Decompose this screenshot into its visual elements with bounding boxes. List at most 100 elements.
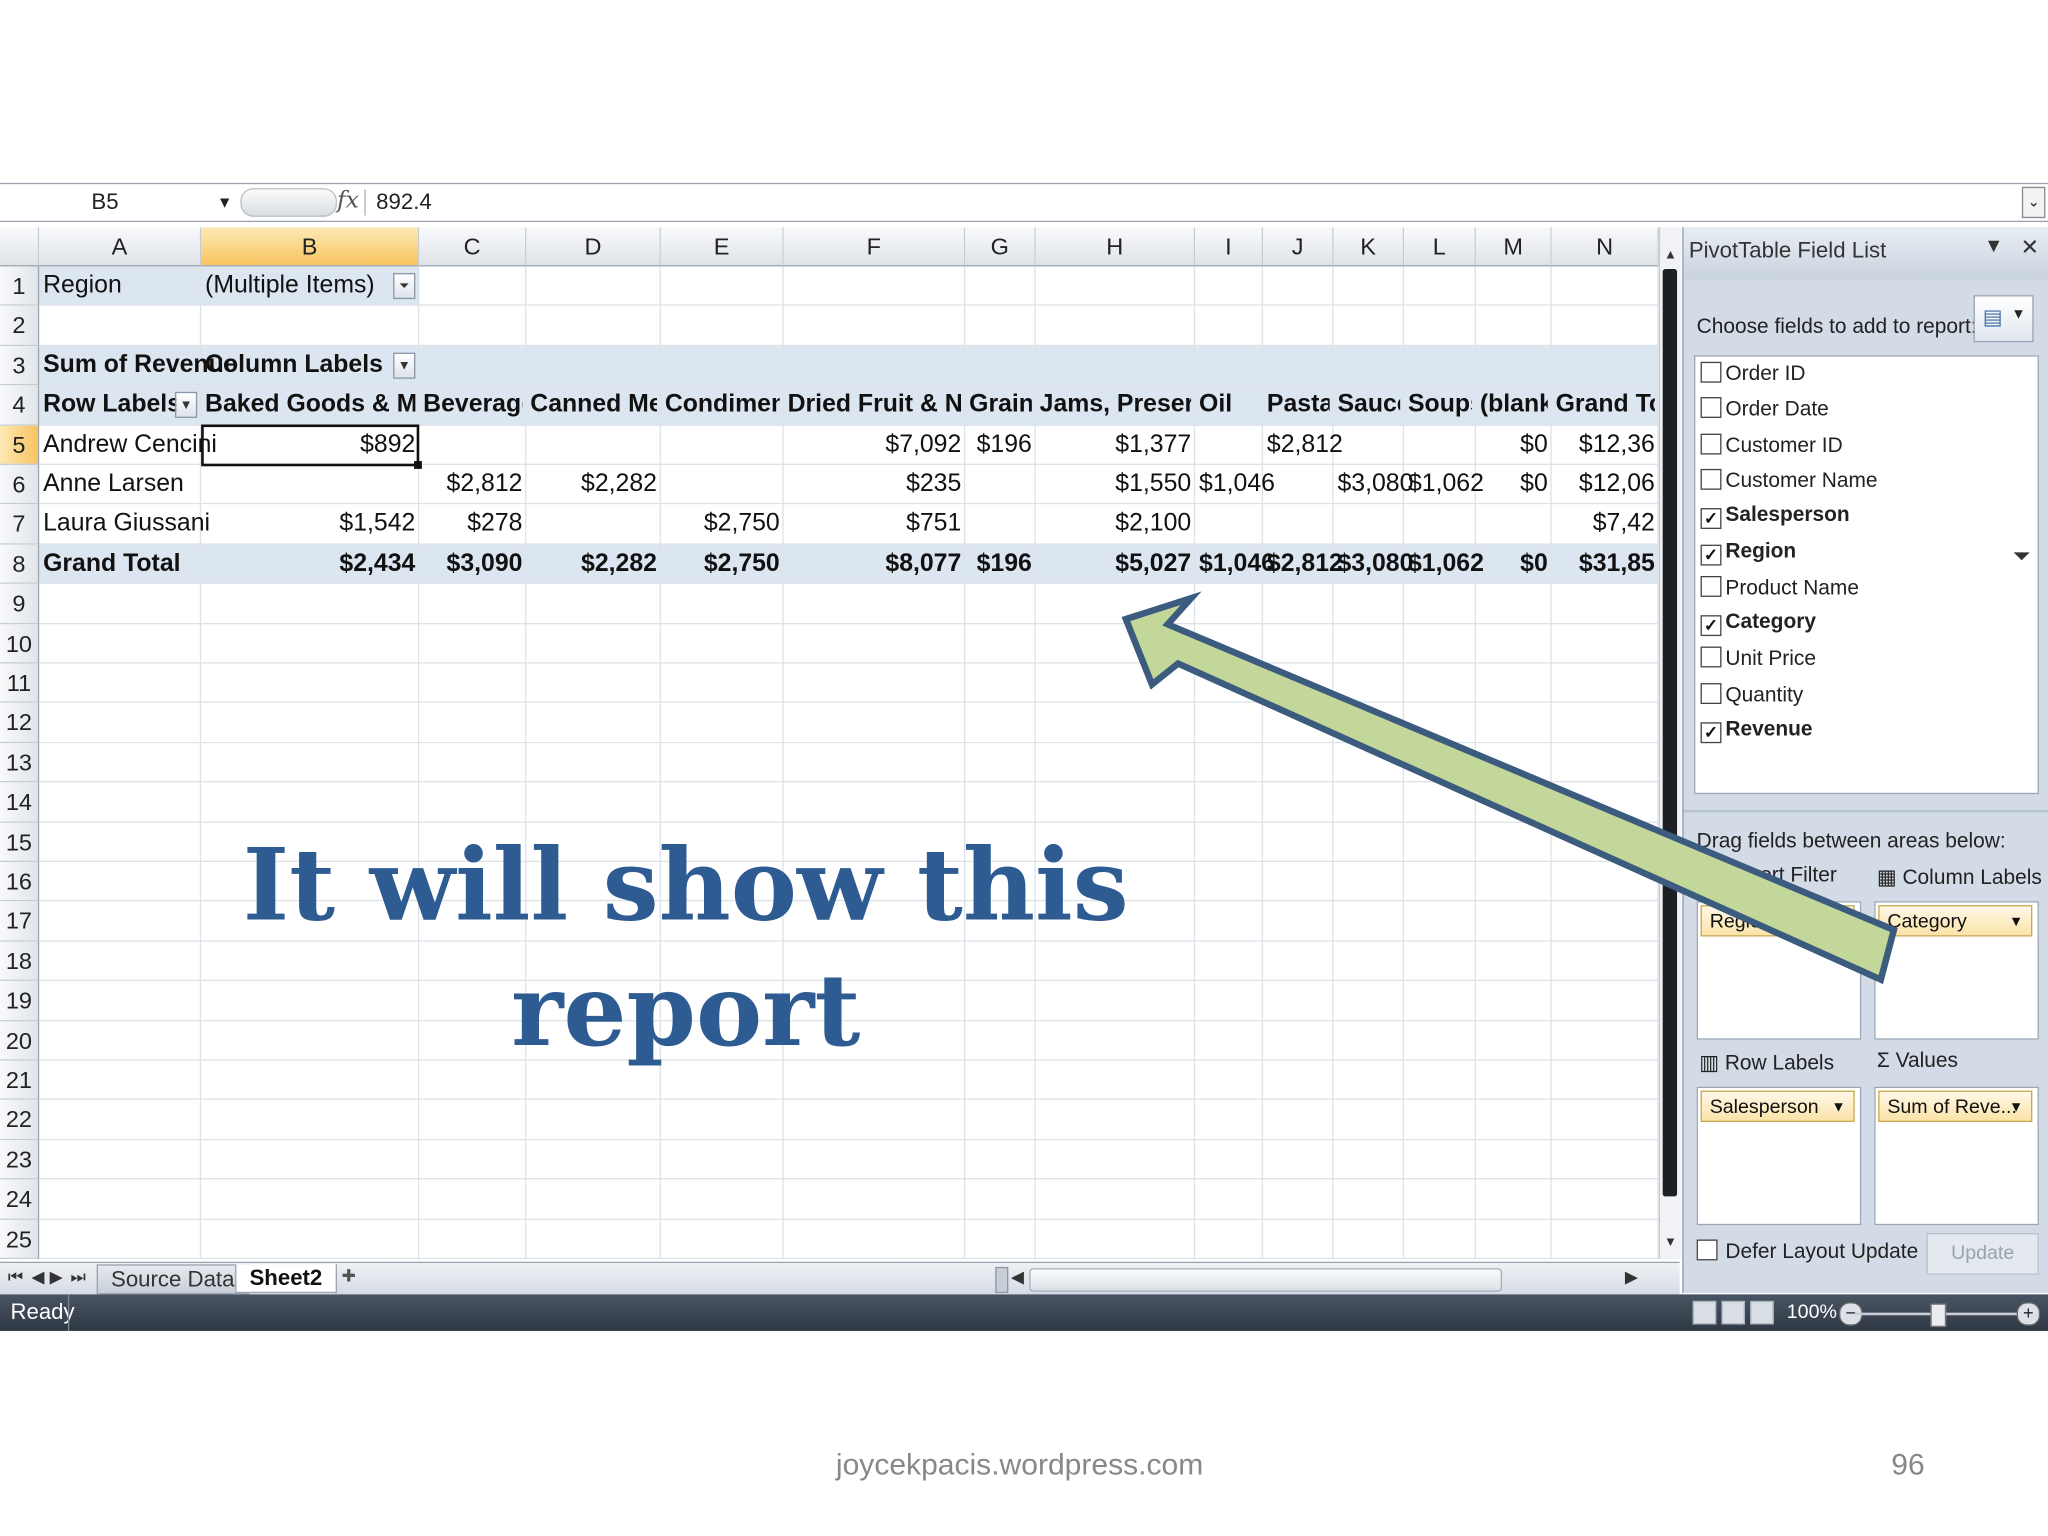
column-labels-chip[interactable]: Category ▼ xyxy=(1878,905,2033,937)
prev-sheet-icon[interactable]: ◀ xyxy=(31,1267,44,1288)
value-cell[interactable] xyxy=(1267,465,1330,504)
checkbox-icon[interactable] xyxy=(1700,682,1722,704)
column-labels-area[interactable]: Category ▼ xyxy=(1874,901,2039,1040)
salesperson-cell[interactable]: Laura Giussani xyxy=(43,505,210,544)
tab-split-handle[interactable] xyxy=(995,1266,1009,1294)
row-header[interactable]: 10 xyxy=(0,623,40,664)
category-header-cell[interactable]: Condiments xyxy=(665,386,780,425)
checkbox-icon[interactable] xyxy=(1700,575,1722,597)
category-header-cell[interactable]: Pasta xyxy=(1267,386,1330,425)
value-cell[interactable] xyxy=(969,465,1032,504)
value-cell[interactable]: $0 xyxy=(1480,425,1548,464)
row-header[interactable]: 17 xyxy=(0,901,40,942)
vertical-scrollbar[interactable]: ▲ ▼ xyxy=(1658,227,1681,1260)
row-header[interactable]: 16 xyxy=(0,862,40,902)
field-layout-button[interactable]: ▤ ▼ xyxy=(1973,295,2034,343)
checkbox-icon[interactable] xyxy=(1700,397,1722,419)
zoom-level[interactable]: 100% xyxy=(1787,1301,1837,1323)
column-labels-cell[interactable]: Column Labels xyxy=(205,346,415,385)
grand-total-cell[interactable]: $8,077 xyxy=(788,544,961,583)
column-header-j[interactable]: J xyxy=(1263,227,1334,267)
page-break-view-icon[interactable] xyxy=(1750,1300,1774,1325)
column-header-n[interactable]: N xyxy=(1551,227,1659,267)
value-cell[interactable]: $278 xyxy=(423,505,522,544)
category-header-cell[interactable]: Oil xyxy=(1199,386,1259,425)
category-header-cell[interactable]: Grains xyxy=(969,386,1032,425)
field-item[interactable]: Customer Name xyxy=(1700,468,1878,503)
category-header-cell[interactable]: (blank) xyxy=(1480,386,1548,425)
formula-input[interactable]: 892.4 xyxy=(376,189,432,215)
value-cell[interactable]: $196 xyxy=(969,425,1032,464)
row-header[interactable]: 12 xyxy=(0,703,40,743)
category-header-cell[interactable]: Baked Goods & Mixes xyxy=(205,386,415,425)
grand-total-label-cell[interactable]: Grand Total xyxy=(43,544,197,583)
row-header[interactable]: 20 xyxy=(0,1020,40,1061)
report-filter-chip[interactable]: Region ▼ xyxy=(1700,905,1855,937)
grand-total-cell[interactable]: $2,812 xyxy=(1267,544,1343,583)
field-item[interactable]: Unit Price xyxy=(1700,647,1816,681)
field-item[interactable]: Order Date xyxy=(1700,397,1829,431)
value-cell[interactable]: $751 xyxy=(788,505,961,544)
name-box-dropdown-icon[interactable]: ▼ xyxy=(217,193,233,211)
scroll-down-icon[interactable]: ▼ xyxy=(1661,1236,1679,1254)
filter-dropdown-icon[interactable]: ⏷ xyxy=(393,272,416,300)
row-header[interactable]: 3 xyxy=(0,345,40,386)
report-filter-area[interactable]: Region ▼ xyxy=(1696,901,1862,1040)
column-header-e[interactable]: E xyxy=(660,227,784,267)
value-cell[interactable] xyxy=(665,465,780,504)
value-cell[interactable] xyxy=(423,425,522,464)
row-header[interactable]: 5 xyxy=(0,425,40,465)
expand-formula-bar-icon[interactable]: ⌄ xyxy=(2021,186,2046,219)
grand-total-cell[interactable]: $1,046 xyxy=(1199,544,1275,583)
value-cell[interactable]: $2,100 xyxy=(1040,505,1191,544)
value-cell[interactable]: $235 xyxy=(788,465,961,504)
field-item[interactable]: ✓ Salesperson xyxy=(1700,504,1850,538)
checkbox-checked-icon[interactable]: ✓ xyxy=(1700,615,1722,637)
value-cell[interactable]: $1,542 xyxy=(205,505,415,544)
checkbox-checked-icon[interactable]: ✓ xyxy=(1700,508,1722,530)
value-cell[interactable] xyxy=(530,425,657,464)
last-sheet-icon[interactable]: ⏭ xyxy=(71,1267,86,1288)
page-layout-view-icon[interactable] xyxy=(1721,1300,1745,1325)
grand-total-cell[interactable]: $0 xyxy=(1480,544,1548,583)
category-header-cell[interactable]: Jams, Preserves xyxy=(1040,386,1192,425)
fill-handle[interactable] xyxy=(414,461,422,469)
formula-bar-buttons[interactable] xyxy=(240,188,337,217)
column-header-i[interactable]: I xyxy=(1195,227,1264,267)
value-cell[interactable]: $1,062 xyxy=(1408,465,1484,504)
value-cell[interactable]: $2,282 xyxy=(530,465,657,504)
value-cell[interactable]: $2,812 xyxy=(1267,425,1343,464)
value-cell[interactable] xyxy=(1337,505,1400,544)
pane-divider[interactable] xyxy=(1683,809,2048,813)
column-labels-dropdown-icon[interactable]: ▼ xyxy=(393,352,416,379)
value-cell[interactable]: $1,550 xyxy=(1040,465,1191,504)
row-header[interactable]: 14 xyxy=(0,782,40,823)
scroll-left-icon[interactable]: ◀ xyxy=(1011,1267,1024,1288)
value-cell[interactable]: $2,812 xyxy=(423,465,523,504)
filter-label-cell[interactable]: Region xyxy=(43,266,197,305)
row-labels-chip[interactable]: Salesperson ▼ xyxy=(1700,1090,1855,1122)
horizontal-scroll-thumb[interactable] xyxy=(1029,1268,1503,1292)
column-header-g[interactable]: G xyxy=(965,227,1036,267)
values-chip[interactable]: Sum of Reve... ▼ xyxy=(1878,1090,2033,1122)
value-cell[interactable] xyxy=(1199,425,1259,464)
value-cell[interactable]: $0 xyxy=(1480,465,1548,504)
scroll-up-icon[interactable]: ▲ xyxy=(1661,248,1679,266)
value-cell[interactable] xyxy=(1337,425,1400,464)
row-header[interactable]: 4 xyxy=(0,385,40,426)
salesperson-cell[interactable]: Andrew Cencini xyxy=(43,425,217,464)
field-item[interactable]: Order ID xyxy=(1700,361,1806,396)
column-header-f[interactable]: F xyxy=(783,227,966,267)
normal-view-icon[interactable] xyxy=(1692,1300,1717,1325)
column-header-m[interactable]: M xyxy=(1475,227,1552,267)
value-cell[interactable] xyxy=(1408,505,1472,544)
value-cell[interactable] xyxy=(530,505,657,544)
row-header[interactable]: 24 xyxy=(0,1179,40,1220)
close-icon[interactable]: ✕ xyxy=(2021,235,2040,261)
row-header[interactable]: 15 xyxy=(0,822,40,863)
value-cell[interactable]: $2,750 xyxy=(665,505,780,544)
sheet-tab-source-data[interactable]: Source Data xyxy=(96,1264,249,1295)
row-labels-dropdown-icon[interactable]: ▼ xyxy=(175,392,198,419)
update-button[interactable]: Update xyxy=(1926,1232,2039,1275)
values-area[interactable]: Sum of Reve... ▼ xyxy=(1874,1086,2039,1226)
